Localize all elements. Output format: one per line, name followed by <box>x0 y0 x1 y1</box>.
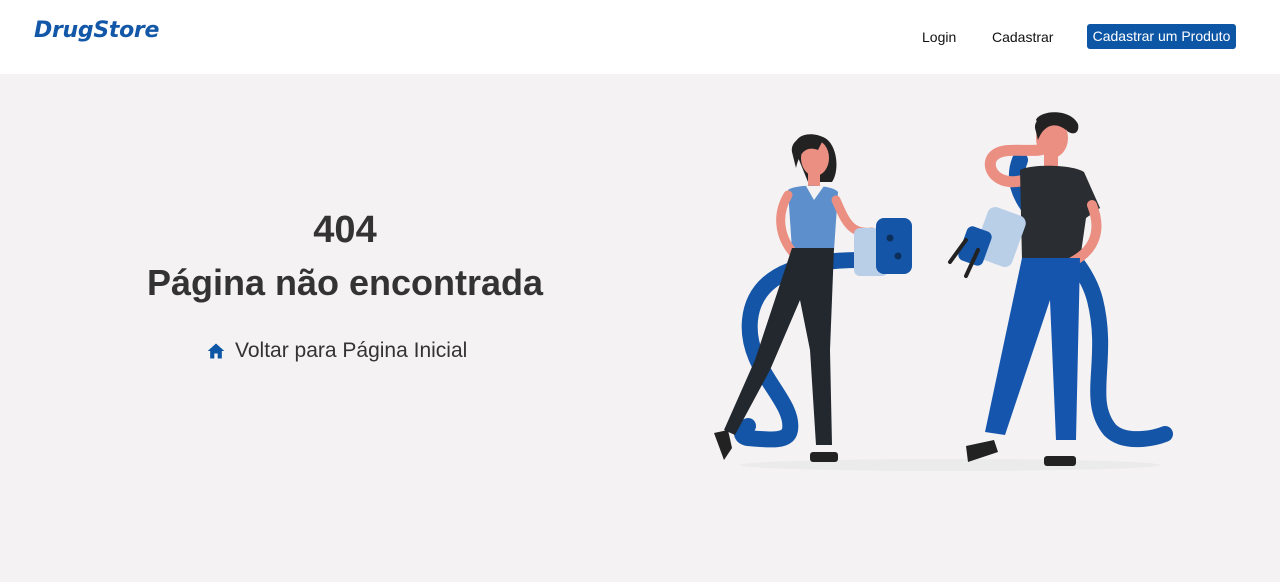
unplugged-cable-illustration <box>714 112 1173 471</box>
plug-icon <box>948 207 1026 278</box>
page-title: Página não encontrada <box>146 262 544 303</box>
register-product-button[interactable]: Cadastrar um Produto <box>1087 24 1236 49</box>
man-figure <box>966 112 1102 466</box>
home-icon <box>207 343 225 359</box>
back-home-link[interactable]: Voltar para Página Inicial <box>206 338 467 364</box>
navbar: DrugStore Login Cadastrar Cadastrar um P… <box>0 0 1280 74</box>
register-link[interactable]: Cadastrar <box>992 29 1053 45</box>
plug-socket-icon <box>854 218 912 276</box>
back-home-label: Voltar para Página Inicial <box>235 339 468 362</box>
error-code: 404 <box>313 209 377 251</box>
brand-logo[interactable]: DrugStore <box>34 18 159 43</box>
login-link[interactable]: Login <box>922 29 956 45</box>
